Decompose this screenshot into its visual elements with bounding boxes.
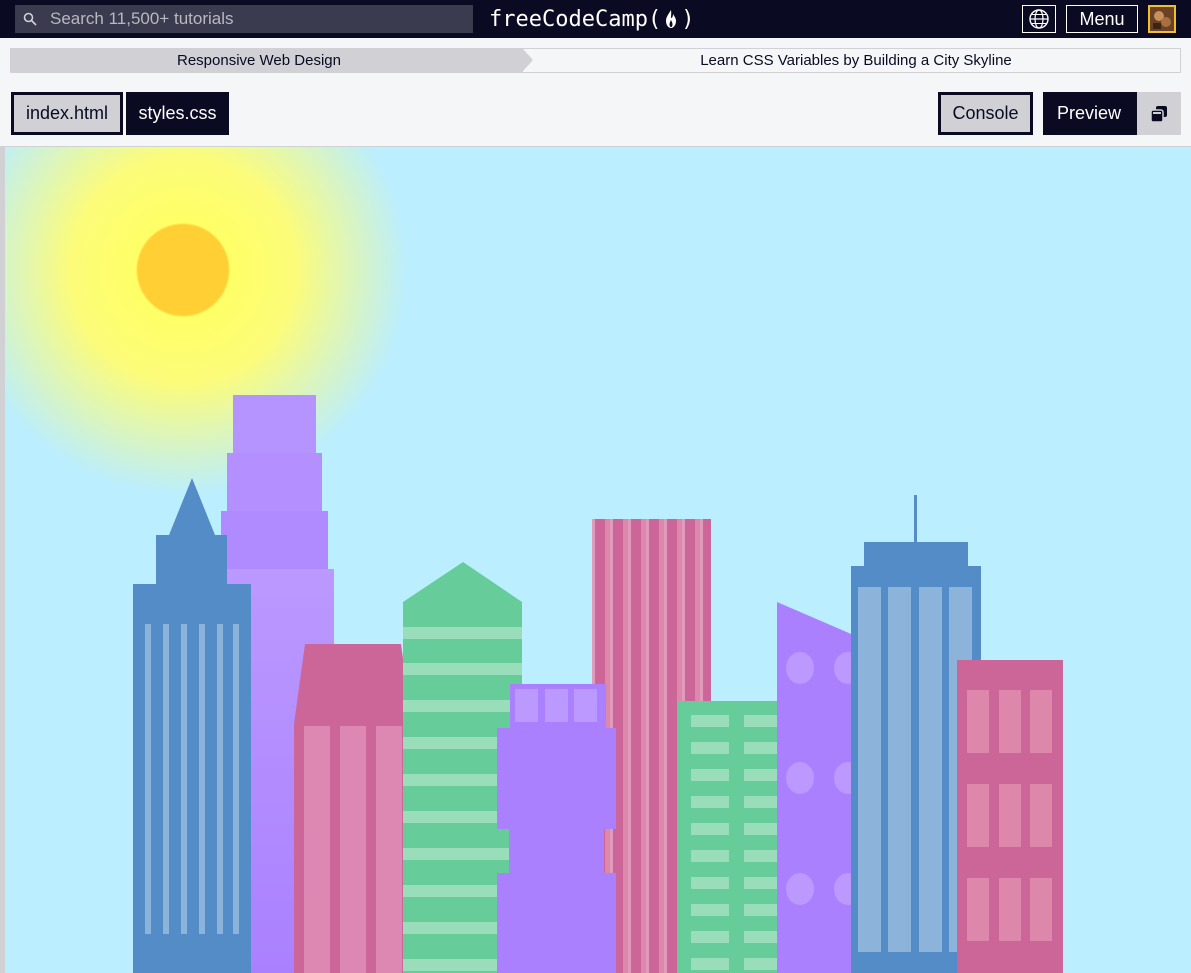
logo-text: freeCodeCamp (489, 6, 648, 32)
popout-icon[interactable] (1137, 92, 1181, 135)
console-button[interactable]: Console (938, 92, 1033, 135)
top-nav: freeCodeCamp ( ) Menu (0, 0, 1191, 38)
language-button[interactable] (1022, 5, 1056, 33)
logo-paren-close: ) (681, 6, 695, 32)
building-pink-left (294, 644, 412, 973)
logo-paren-open: ( (647, 6, 662, 32)
user-avatar[interactable] (1148, 5, 1176, 33)
preview-label: Preview (1057, 103, 1122, 123)
menu-button[interactable]: Menu (1066, 5, 1138, 33)
sun (138, 225, 228, 315)
search-input[interactable] (50, 9, 450, 29)
fcc-logo[interactable]: freeCodeCamp ( ) (489, 4, 694, 34)
breadcrumb-block[interactable]: Learn CSS Variables by Building a City S… (541, 49, 1171, 72)
tab-index-html[interactable]: index.html (11, 92, 123, 135)
city-skyline-preview (5, 147, 1191, 973)
breadcrumb: Responsive Web Design Learn CSS Variable… (10, 48, 1181, 73)
preview-button[interactable]: Preview (1043, 92, 1181, 135)
breadcrumb-superblock[interactable]: Responsive Web Design (11, 49, 533, 72)
building-purple-center (497, 684, 616, 973)
tab-styles-css[interactable]: styles.css (126, 92, 229, 135)
preview-pane (0, 146, 1191, 973)
globe-icon (1029, 9, 1049, 29)
search-icon (22, 11, 38, 27)
flame-icon (662, 8, 680, 30)
building-pink-right (957, 660, 1063, 973)
search-bar[interactable] (15, 5, 473, 33)
app-root: freeCodeCamp ( ) Menu Responsive Web Des… (0, 0, 1191, 973)
